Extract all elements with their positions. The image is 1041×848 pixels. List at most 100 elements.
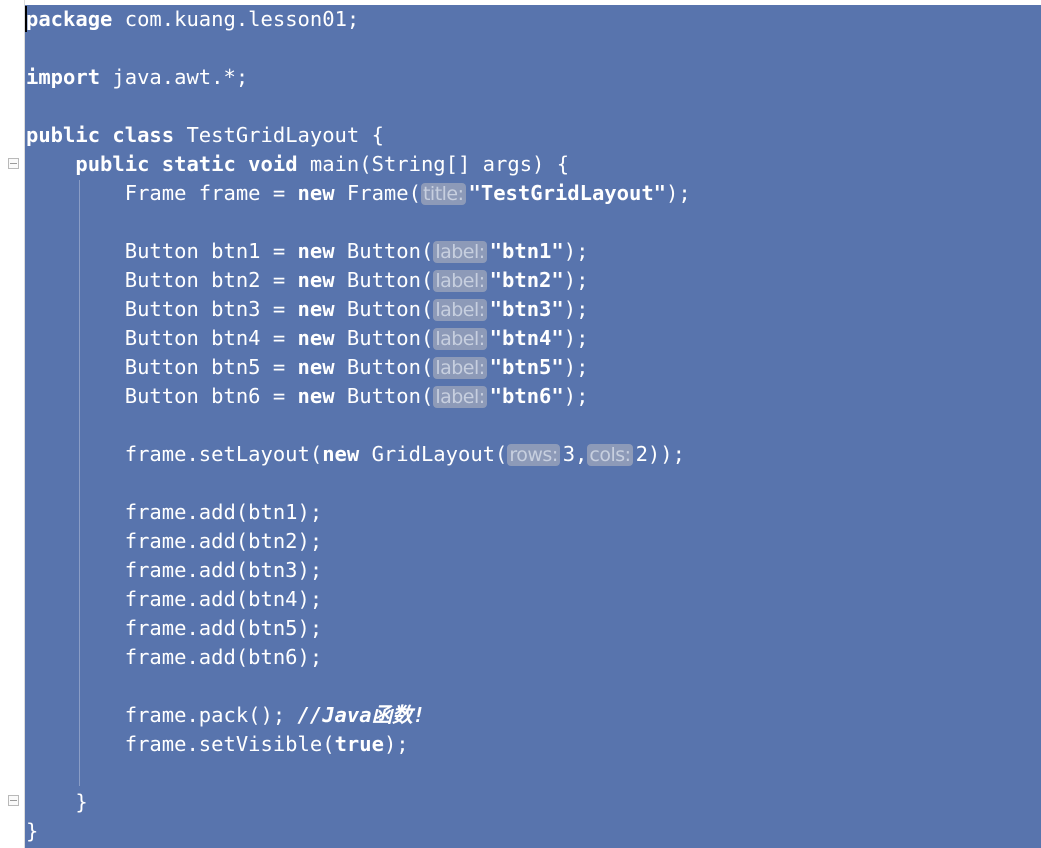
code-token: frame.pack();	[26, 703, 298, 727]
code-line[interactable]: package com.kuang.lesson01;	[26, 5, 1031, 34]
code-token: frame.add(btn4);	[26, 587, 323, 611]
code-token: GridLayout(	[359, 442, 508, 466]
code-content[interactable]: package com.kuang.lesson01; import java.…	[26, 5, 1031, 846]
keyword-token: public class	[26, 123, 175, 147]
code-token: );	[383, 732, 409, 756]
inlay-hint: label:	[433, 328, 487, 350]
code-token: );	[563, 297, 589, 321]
editor-gutter	[0, 0, 25, 848]
code-token: Button btn1 =	[26, 239, 298, 263]
inlay-hint: title:	[420, 183, 466, 205]
code-token: Button(	[334, 326, 434, 350]
code-token: }	[26, 819, 39, 843]
code-line[interactable]: frame.add(btn5);	[26, 614, 1031, 643]
code-line[interactable]: frame.add(btn2);	[26, 527, 1031, 556]
inlay-hint: rows:	[507, 444, 560, 466]
keyword-token: new	[297, 239, 335, 263]
code-line[interactable]: frame.add(btn3);	[26, 556, 1031, 585]
code-line[interactable]: public class TestGridLayout {	[26, 121, 1031, 150]
code-line[interactable]	[26, 469, 1031, 498]
code-token: Frame(	[334, 181, 421, 205]
code-line[interactable]: }	[26, 788, 1031, 817]
comment-token: //Java函数!	[297, 703, 425, 727]
keyword-token: new	[322, 442, 360, 466]
code-token: Frame frame =	[26, 181, 298, 205]
code-line[interactable]: Button btn5 = new Button(label: "btn5");	[26, 353, 1031, 382]
keyword-token: true	[334, 732, 384, 756]
code-editor[interactable]: package com.kuang.lesson01; import java.…	[0, 0, 1041, 848]
code-token: );	[563, 355, 589, 379]
code-token: Button(	[334, 384, 434, 408]
code-token: frame.add(btn3);	[26, 558, 323, 582]
code-token: frame.setVisible(	[26, 732, 335, 756]
string-token: "btn3"	[489, 297, 564, 321]
code-token: Button(	[334, 355, 434, 379]
string-token: "btn5"	[489, 355, 564, 379]
code-line[interactable]	[26, 672, 1031, 701]
code-token: Button btn4 =	[26, 326, 298, 350]
code-line[interactable]	[26, 411, 1031, 440]
code-line[interactable]: Button btn3 = new Button(label: "btn3");	[26, 295, 1031, 324]
code-token: );	[666, 181, 691, 205]
inlay-hint: cols:	[587, 444, 633, 466]
code-token: frame.setLayout(	[26, 442, 323, 466]
code-line[interactable]	[26, 92, 1031, 121]
keyword-token: package	[26, 7, 113, 31]
code-line[interactable]: Button btn2 = new Button(label: "btn2");	[26, 266, 1031, 295]
code-line[interactable]: import java.awt.*;	[26, 63, 1031, 92]
code-token: Button btn2 =	[26, 268, 298, 292]
string-token: "btn6"	[489, 384, 564, 408]
inlay-hint: label:	[433, 270, 487, 292]
code-token: );	[563, 384, 589, 408]
code-line[interactable]: frame.pack(); //Java函数!	[26, 701, 1031, 730]
inlay-hint: label:	[433, 357, 487, 379]
code-token: 3,	[562, 442, 588, 466]
code-token: Button btn6 =	[26, 384, 298, 408]
string-token: "btn1"	[489, 239, 564, 263]
code-token: Button(	[334, 239, 434, 263]
code-line[interactable]: Button btn6 = new Button(label: "btn6");	[26, 382, 1031, 411]
code-token: Button btn5 =	[26, 355, 298, 379]
fold-open-icon[interactable]	[8, 158, 19, 169]
inlay-hint: label:	[433, 241, 487, 263]
code-token: java.awt.*;	[100, 65, 249, 89]
keyword-token: new	[297, 355, 335, 379]
code-line[interactable]: Button btn4 = new Button(label: "btn4");	[26, 324, 1031, 353]
code-token: Button btn3 =	[26, 297, 298, 321]
code-line[interactable]	[26, 34, 1031, 63]
code-token: }	[26, 790, 88, 814]
code-line[interactable]: frame.add(btn4);	[26, 585, 1031, 614]
code-line[interactable]: frame.add(btn1);	[26, 498, 1031, 527]
code-line[interactable]	[26, 208, 1031, 237]
keyword-token: new	[297, 268, 335, 292]
code-line[interactable]: public static void main(String[] args) {	[26, 150, 1031, 179]
code-line[interactable]	[26, 759, 1031, 788]
code-token: frame.add(btn1);	[26, 500, 323, 524]
keyword-token: public static void	[75, 152, 298, 176]
keyword-token: new	[297, 326, 335, 350]
inlay-hint: label:	[433, 299, 487, 321]
fold-close-icon[interactable]	[8, 795, 19, 806]
keyword-token: import	[26, 65, 101, 89]
code-line[interactable]: frame.setLayout(new GridLayout(rows: 3, co…	[26, 440, 1031, 469]
code-line[interactable]: frame.setVisible(true);	[26, 730, 1031, 759]
code-token: TestGridLayout {	[174, 123, 384, 147]
code-token: );	[563, 326, 589, 350]
inlay-hint: label:	[433, 386, 487, 408]
string-token: "btn2"	[489, 268, 564, 292]
code-token: );	[563, 239, 589, 263]
keyword-token: new	[297, 384, 335, 408]
code-token: com.kuang.lesson01;	[112, 7, 360, 31]
code-token: frame.add(btn6);	[26, 645, 323, 669]
code-line[interactable]: frame.add(btn6);	[26, 643, 1031, 672]
code-token: );	[563, 268, 589, 292]
code-token: Button(	[334, 268, 434, 292]
code-token: frame.add(btn2);	[26, 529, 323, 553]
code-line[interactable]: Button btn1 = new Button(label: "btn1");	[26, 237, 1031, 266]
code-line[interactable]: Frame frame = new Frame(title: "TestGridL…	[26, 179, 1031, 208]
code-token: 2));	[635, 442, 685, 466]
code-line[interactable]: }	[26, 817, 1031, 846]
string-token: "TestGridLayout"	[468, 181, 667, 205]
code-token: Button(	[334, 297, 434, 321]
